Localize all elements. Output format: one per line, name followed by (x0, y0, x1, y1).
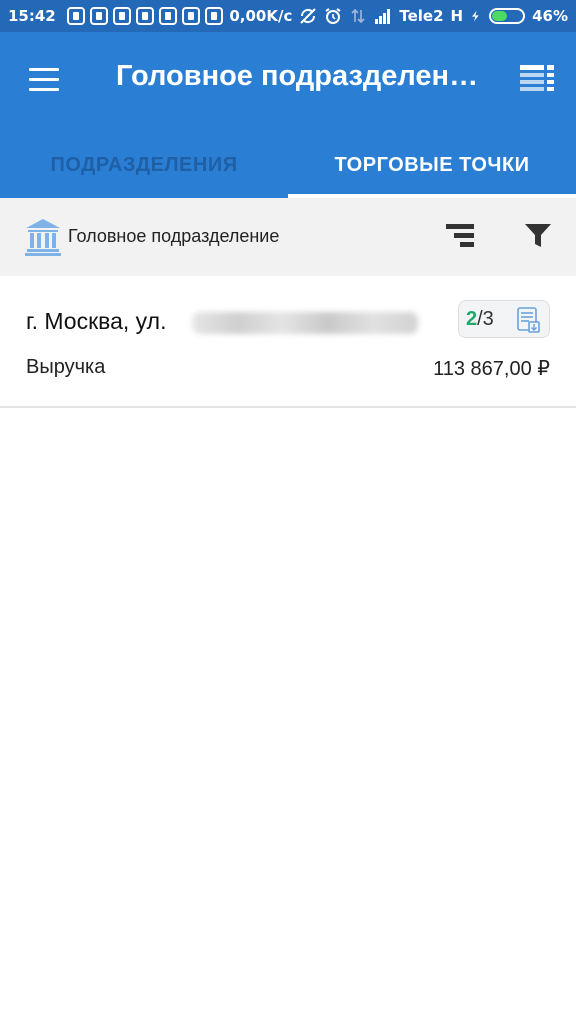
menu-button[interactable] (26, 62, 62, 98)
redacted-address (192, 312, 418, 334)
network-type: H (450, 7, 464, 25)
page-title: Головное подразделен… (116, 60, 479, 92)
tab-sales-points[interactable]: ТОРГОВЫЕ ТОЧКИ (288, 132, 576, 198)
progress-badge[interactable]: 2/3 (458, 300, 550, 338)
notification-icon (181, 7, 200, 25)
network-speed: 0,00K/c (229, 7, 293, 25)
badge-count: 2/3 (466, 307, 494, 330)
sync-off-icon (300, 8, 317, 24)
tab-bar: ПОДРАЗДЕЛЕНИЯ ТОРГОВЫЕ ТОЧКИ (0, 132, 576, 198)
filter-division-label[interactable]: Головное подразделение (68, 226, 279, 247)
carrier-name: Tele2 (399, 7, 444, 25)
app-bar: Головное подразделен… ПОДРАЗДЕЛЕНИЯ ТОРГ… (0, 32, 576, 198)
item-address: г. Москва, ул. (26, 308, 167, 334)
notification-icon (66, 7, 85, 25)
revenue-label: Выручка (26, 356, 106, 378)
tab-divisions[interactable]: ПОДРАЗДЕЛЕНИЯ (0, 132, 288, 198)
status-bar: 15:42 0,00K/c Tele2 H 46% (0, 0, 576, 32)
status-time: 15:42 (8, 7, 56, 25)
revenue-value: 113 867,00 ₽ (433, 358, 550, 380)
battery-percent: 46% (532, 7, 568, 25)
notification-icon (112, 7, 131, 25)
list-view-icon[interactable] (520, 65, 554, 93)
notification-icon (158, 7, 177, 25)
notification-icon (135, 7, 154, 25)
notification-icon (89, 7, 108, 25)
charging-icon (472, 10, 479, 22)
data-arrows-icon (351, 8, 365, 24)
report-icon (517, 307, 540, 333)
list-item[interactable]: г. Москва, ул. 2/3 Выручка 113 867,00 ₽ (0, 276, 576, 408)
sort-icon[interactable] (446, 222, 476, 250)
battery-icon (489, 8, 526, 24)
signal-icon (375, 9, 391, 24)
filter-bar: Головное подразделение (0, 198, 576, 276)
alarm-icon (325, 8, 341, 24)
filter-icon[interactable] (524, 222, 552, 250)
notification-icon (204, 7, 223, 25)
bank-icon (25, 219, 61, 256)
